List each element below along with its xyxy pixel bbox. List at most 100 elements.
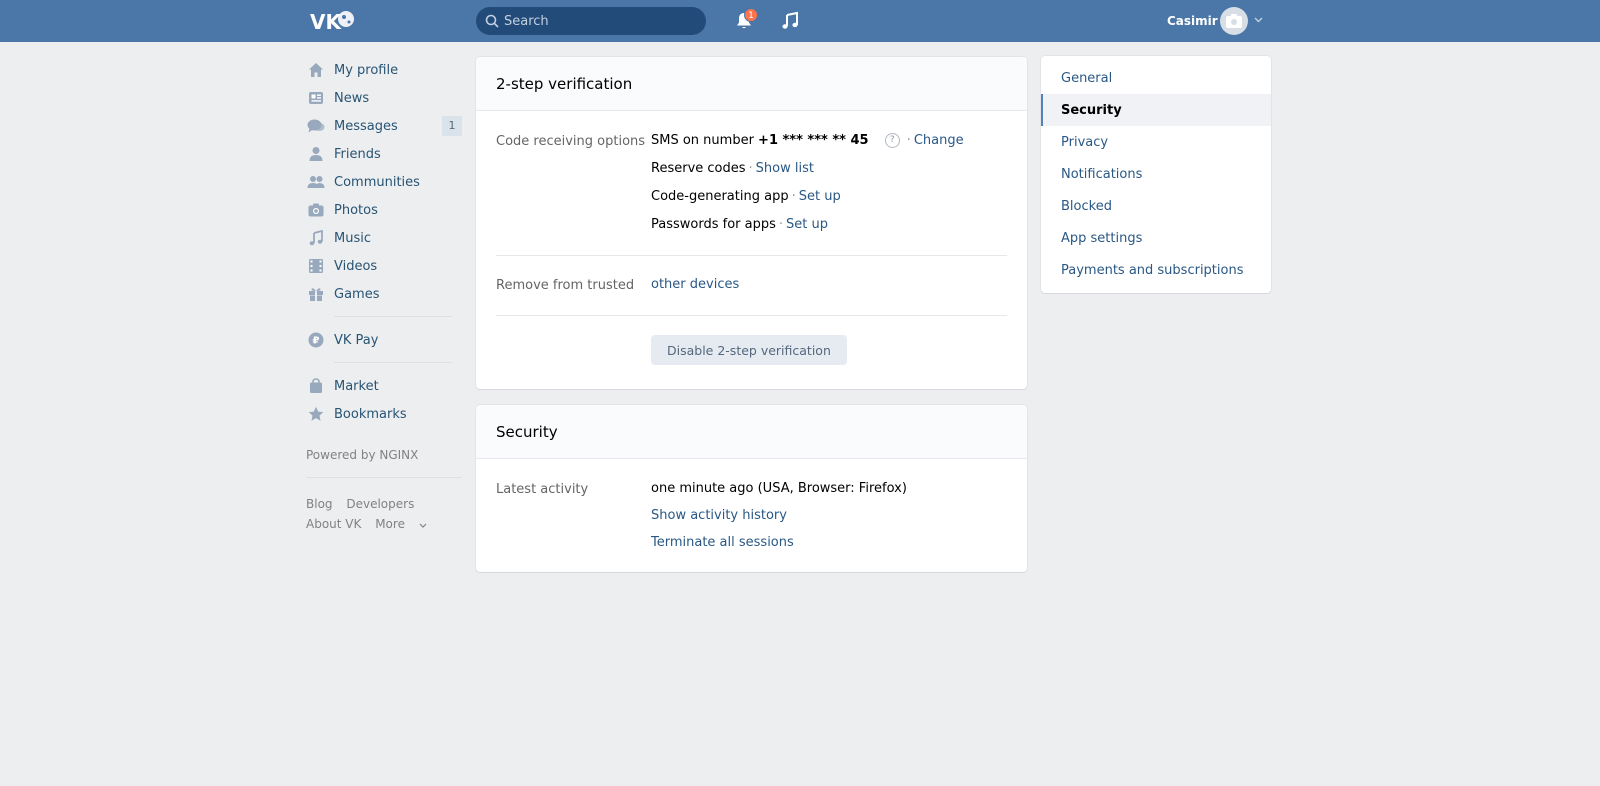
footer-divider [306, 477, 462, 478]
footer-links: Blog Developers About VK More [306, 494, 462, 534]
search-icon [485, 14, 499, 28]
music-icon[interactable] [780, 11, 800, 31]
show-list-link[interactable]: Show list [756, 161, 814, 176]
divider [496, 315, 1007, 316]
search-input[interactable] [504, 7, 699, 35]
chevron-down-icon[interactable] [1254, 17, 1263, 23]
sms-number: +1 *** *** ** 45 [758, 133, 869, 148]
music-icon [306, 228, 326, 248]
sidebar-item-market[interactable]: Market [306, 372, 462, 400]
settings-menu-app-settings[interactable]: App settings [1041, 222, 1271, 254]
friends-icon [306, 144, 326, 164]
gift-icon [306, 284, 326, 304]
remove-trusted-row: other devices [651, 277, 739, 292]
sidebar-item-videos[interactable]: Videos [306, 252, 462, 280]
footer-link-developers[interactable]: Developers [346, 497, 414, 511]
sidebar-item-label: Communities [334, 174, 420, 190]
home-icon [306, 60, 326, 80]
code-options-label: Code receiving options [496, 134, 646, 149]
terminate-sessions-link[interactable]: Terminate all sessions [651, 535, 794, 550]
messages-count-badge: 1 [442, 116, 462, 136]
sidebar-item-label: Music [334, 230, 371, 246]
sidebar-item-vk-pay[interactable]: ₽ VK Pay [306, 326, 462, 354]
settings-menu-general[interactable]: General [1041, 62, 1271, 94]
svg-text:₽: ₽ [313, 336, 320, 347]
footer-link-more[interactable]: More [375, 517, 427, 531]
settings-menu-security[interactable]: Security [1041, 94, 1271, 126]
sidebar-item-messages[interactable]: Messages 1 [306, 112, 462, 140]
footer-link-about[interactable]: About VK [306, 517, 361, 531]
powered-by-text[interactable]: Powered by NGINX [306, 448, 462, 462]
settings-menu-privacy[interactable]: Privacy [1041, 126, 1271, 158]
settings-menu: General Security Privacy Notifications B… [1041, 56, 1271, 293]
separator-dot: · [778, 217, 784, 232]
panel-title: 2-step verification [476, 57, 1027, 111]
sidebar-item-label: Videos [334, 258, 378, 274]
communities-icon [306, 172, 326, 192]
settings-menu-blocked[interactable]: Blocked [1041, 190, 1271, 222]
sidebar-item-bookmarks[interactable]: Bookmarks [306, 400, 462, 428]
footer-link-blog[interactable]: Blog [306, 497, 333, 511]
left-sidebar: My profile News Messages 1 Friends Commu… [306, 56, 462, 534]
sidebar-item-photos[interactable]: Photos [306, 196, 462, 224]
separator-dot: · [748, 161, 753, 176]
latest-activity-label: Latest activity [496, 482, 589, 497]
sidebar-divider [334, 316, 452, 317]
sidebar-item-music[interactable]: Music [306, 224, 462, 252]
top-header: VK 1 Casimir [0, 0, 1600, 42]
passwords-apps-label: Passwords for apps [651, 217, 776, 232]
camera-icon [1226, 14, 1242, 28]
set-up-passwords-link[interactable]: Set up [786, 217, 828, 232]
settings-menu-notifications[interactable]: Notifications [1041, 158, 1271, 190]
vk-pay-icon: ₽ [306, 330, 326, 350]
code-app-label: Code-generating app [651, 189, 789, 204]
remove-trusted-label: Remove from trusted [496, 278, 635, 293]
sidebar-item-friends[interactable]: Friends [306, 140, 462, 168]
sidebar-item-label: My profile [334, 62, 399, 78]
vk-logo-icon[interactable]: VK [310, 8, 356, 34]
code-app-row: Code-generating app · Set up [651, 189, 841, 204]
news-icon [306, 88, 326, 108]
two-step-panel: 2-step verification Code receiving optio… [476, 57, 1027, 389]
separator-dot: · [791, 189, 796, 204]
sidebar-item-my-profile[interactable]: My profile [306, 56, 462, 84]
latest-activity-value: one minute ago (USA, Browser: Firefox) [651, 481, 907, 496]
user-name[interactable]: Casimir [1167, 14, 1218, 28]
footer-more-label: More [375, 517, 405, 531]
messages-icon [306, 116, 326, 136]
reserve-codes-row: Reserve codes · Show list [651, 161, 814, 176]
passwords-apps-row: Passwords for apps · Set up [651, 217, 828, 232]
notifications-badge: 1 [744, 8, 758, 22]
sidebar-item-label: News [334, 90, 370, 106]
film-icon [306, 256, 326, 276]
sidebar-item-news[interactable]: News [306, 84, 462, 112]
shopping-bag-icon [306, 376, 326, 396]
help-icon[interactable]: ? [884, 133, 900, 148]
avatar[interactable] [1220, 7, 1248, 35]
sidebar-item-label: Games [334, 286, 380, 302]
set-up-app-link[interactable]: Set up [799, 189, 841, 204]
svg-text:VK: VK [310, 10, 342, 34]
show-history-row: Show activity history [651, 508, 787, 523]
chevron-down-icon [419, 523, 427, 528]
star-icon [306, 404, 326, 424]
panel-title: Security [476, 405, 1027, 459]
search-box[interactable] [476, 7, 706, 35]
sidebar-divider [334, 362, 452, 363]
sms-row: SMS on number +1 *** *** ** 45 ? · Change [651, 133, 964, 148]
other-devices-link[interactable]: other devices [651, 277, 739, 292]
divider [496, 255, 1007, 256]
sidebar-item-label: VK Pay [334, 332, 379, 348]
separator-dot: · [906, 133, 911, 148]
reserve-codes-label: Reserve codes [651, 161, 746, 176]
sidebar-item-label: Market [334, 378, 379, 394]
security-panel: Security Latest activity one minute ago … [476, 405, 1027, 572]
sidebar-item-communities[interactable]: Communities [306, 168, 462, 196]
show-activity-history-link[interactable]: Show activity history [651, 508, 787, 523]
sidebar-item-label: Photos [334, 202, 378, 218]
disable-2fa-button[interactable]: Disable 2-step verification [651, 335, 847, 365]
settings-menu-payments[interactable]: Payments and subscriptions [1041, 254, 1271, 286]
sidebar-item-label: Bookmarks [334, 406, 407, 422]
sidebar-item-games[interactable]: Games [306, 280, 462, 308]
change-number-link[interactable]: Change [914, 133, 964, 148]
